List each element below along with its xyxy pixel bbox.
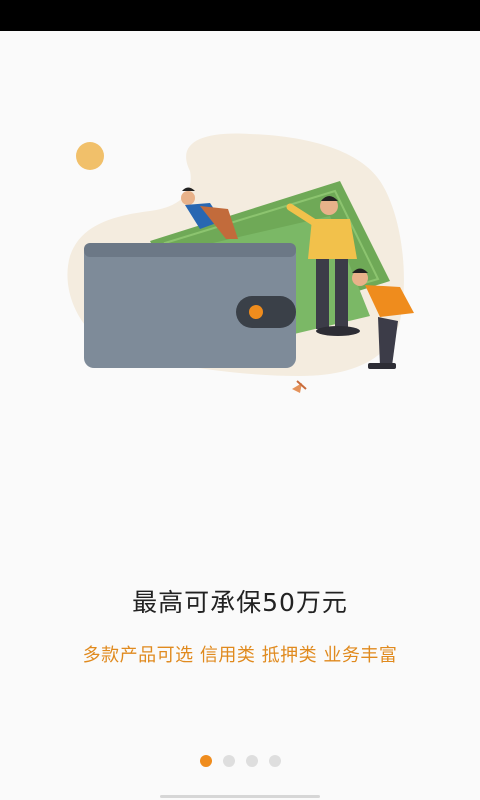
page-indicator — [0, 755, 480, 767]
sun-icon — [76, 142, 104, 170]
page-indicator-dot-1[interactable] — [199, 755, 212, 767]
wallet-icon — [84, 243, 296, 368]
page-indicator-dot-4[interactable] — [268, 755, 281, 767]
leaf-icon — [292, 380, 307, 393]
status-bar — [0, 0, 480, 31]
page-indicator-dot-3[interactable] — [245, 755, 258, 767]
home-indicator — [160, 795, 320, 798]
onboarding-subline: 多款产品可选 信用类 抵押类 业务丰富 — [82, 645, 398, 666]
page-indicator-dot-2[interactable] — [222, 755, 235, 767]
wallet-money-illustration — [67, 133, 414, 393]
onboarding-headline: 最高可承保50万元 — [132, 588, 348, 617]
